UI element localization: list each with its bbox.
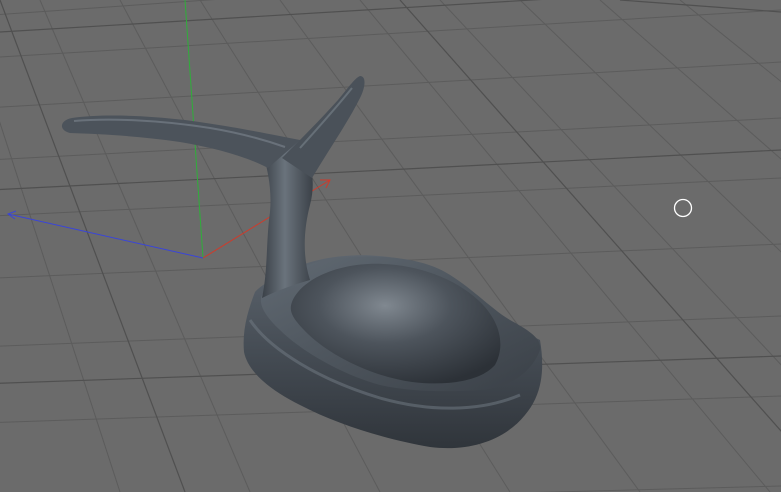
- 3d-viewport[interactable]: [0, 0, 781, 492]
- viewport-canvas[interactable]: [0, 0, 781, 492]
